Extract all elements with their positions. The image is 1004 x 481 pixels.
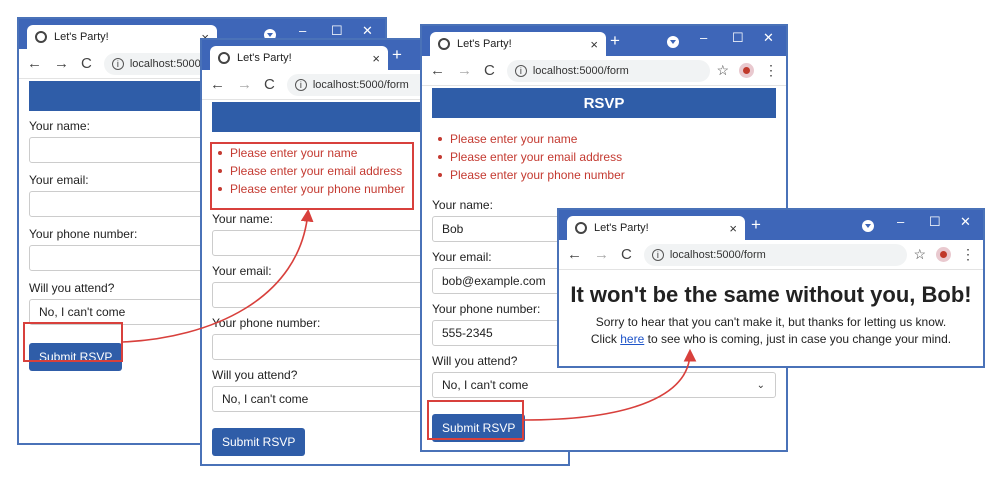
arrow-submit-to-errors — [122, 208, 314, 343]
connector-arrows — [122, 208, 697, 421]
arrow-submit-to-thanks — [523, 348, 697, 421]
